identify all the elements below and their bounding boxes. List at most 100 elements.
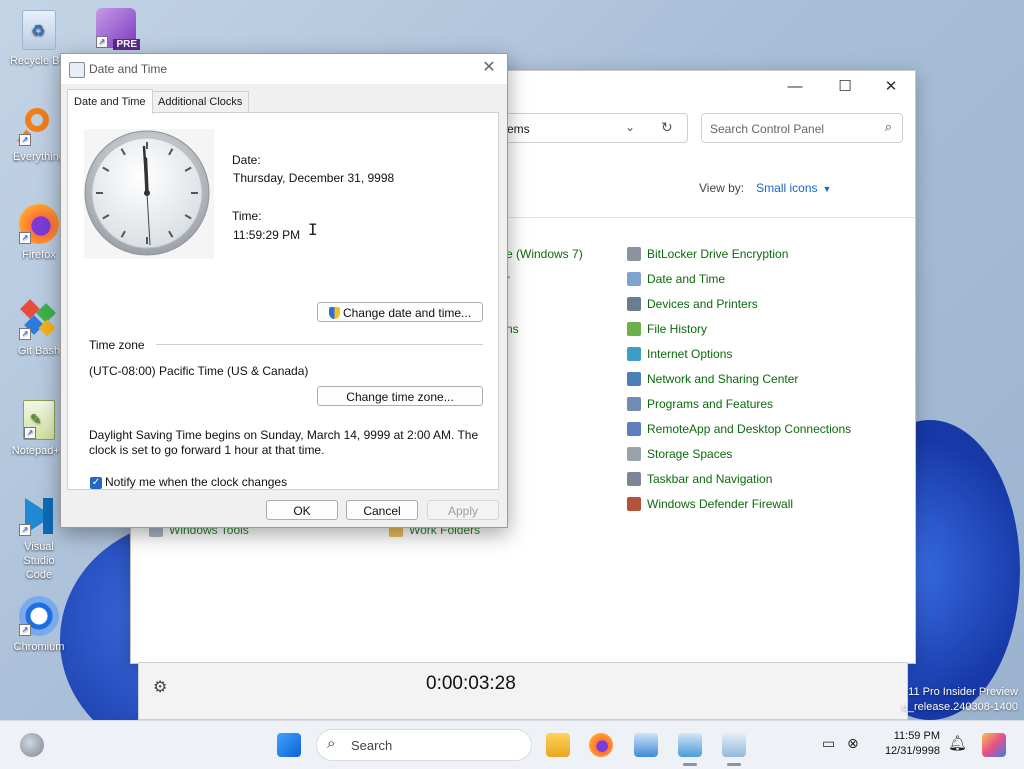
preview-badge: PRE [113,39,140,50]
search-placeholder: Search Control Panel [710,122,825,136]
shortcut-arrow-icon: ↗ [19,232,31,244]
remoteapp-and-desktop-connections-icon [627,422,641,436]
control-panel-item-bitlocker-drive-encryption[interactable]: BitLocker Drive Encryption [627,244,788,264]
widgets-icon[interactable] [20,733,44,757]
vscode-icon: ↗ [19,496,59,536]
devices-and-printers-icon [627,297,641,311]
control-panel-item-remoteapp-and-desktop-connections[interactable]: RemoteApp and Desktop Connections [627,419,851,439]
control-panel-item-file-history[interactable]: File History [627,319,707,339]
date-time-app-icon [69,62,85,78]
control-panel-item-programs-and-features[interactable]: Programs and Features [627,394,773,414]
shortcut-arrow-icon: ↗ [24,427,36,439]
file-explorer-icon[interactable] [546,733,570,757]
internet-options-icon [627,347,641,361]
copilot-preview-icon[interactable] [982,733,1006,757]
dst-info-line1: Daylight Saving Time begins on Sunday, M… [89,428,479,442]
item-label: Storage Spaces [647,447,733,461]
notify-checkbox[interactable]: ✓ [90,477,102,489]
item-label: Windows Defender Firewall [647,497,794,511]
control-panel-search-input[interactable]: Search Control Panel ⌕ [701,113,903,143]
shortcut-arrow-icon: ↗ [19,134,31,146]
dst-info-line2: clock is set to go forward 1 hour at tha… [89,443,325,457]
desktop-icon-label: Chromium [13,641,65,653]
bitlocker-drive-encryption-icon [627,247,641,261]
item-label: RemoteApp and Desktop Connections [647,422,852,436]
date-and-time-panel: Date: Thursday, December 31, 9998 Time: … [67,112,499,490]
item-label: Internet Options [647,347,733,361]
refresh-icon[interactable]: ↻ [661,119,673,136]
taskbar-search-placeholder: Search [351,738,393,753]
time-label: Time: [232,209,262,223]
ok-button[interactable]: OK [266,500,338,520]
control-panel-item-taskbar-and-navigation[interactable]: Taskbar and Navigation [627,469,772,489]
taskbar-clock[interactable]: 11:59 PM 12/31/9998 [874,729,940,759]
control-panel-item-internet-options[interactable]: Internet Options [627,344,732,364]
desktop: ♻ Recycle Bin PRE ↗ ↗ Everything ↗ Firef… [0,0,1024,720]
view-by-label: View by: [699,181,745,195]
watermark-line1: 11 Pro Insider Preview [908,686,1018,698]
analog-clock [84,129,214,259]
file-history-icon [627,322,641,336]
desktop-icon-label: Visual Studio Code [23,541,55,581]
dropdown-arrow-icon[interactable]: ▼ [823,184,832,194]
dialog-titlebar[interactable]: Date and Time ✕ [61,54,507,84]
address-bar[interactable]: ems ⌄ ↻ [496,113,688,143]
clock-date: 12/31/9998 [884,745,940,757]
item-label: Taskbar and Navigation [647,472,773,486]
button-label: Change date and time... [342,306,472,320]
control-panel-taskbar-icon[interactable] [678,733,702,757]
control-panel-item-network-and-sharing-center[interactable]: Network and Sharing Center [627,369,798,389]
address-text: ems [507,122,530,136]
dialog-close-button[interactable]: ✕ [479,58,499,78]
minimize-button[interactable]: — [783,77,807,97]
maximize-button[interactable]: ☐ [833,77,857,97]
active-indicator [683,763,697,766]
view-by-dropdown[interactable]: Small icons [756,181,817,195]
change-date-and-time-button[interactable]: Change date and time... [317,302,483,322]
network-icon[interactable]: ▭ [822,735,835,752]
item-label: BitLocker Drive Encryption [647,247,789,261]
desktop-icon-chromium[interactable]: ↗ Chromium [9,596,69,654]
desktop-icon-visual-studio-preview[interactable]: PRE ↗ [86,8,146,52]
storage-spaces-icon [627,447,641,461]
tab-additional-clocks[interactable]: Additional Clocks [151,91,250,113]
recycle-bin-icon: ♻ [22,10,56,50]
control-panel-item-date-and-time[interactable]: Date and Time [627,269,725,289]
stopwatch-time: 0:00:03:28 [426,673,516,694]
chevron-down-icon[interactable]: ⌄ [625,120,635,134]
control-panel-item-storage-spaces[interactable]: Storage Spaces [627,444,732,464]
firefox-taskbar-icon[interactable] [589,733,613,757]
task-manager-icon[interactable] [634,733,658,757]
stopwatch-window: ⚙ 0:00:03:28 [138,662,908,720]
shortcut-arrow-icon: ↗ [96,36,108,48]
item-label: Date and Time [647,272,726,286]
search-icon: ⌕ [884,119,892,134]
item-label: Network and Sharing Center [647,372,799,386]
date-label: Date: [232,153,261,167]
change-time-zone-button[interactable]: Change time zone... [317,386,483,406]
control-panel-item-devices-and-printers[interactable]: Devices and Printers [627,294,758,314]
date-and-time-dialog: Date and Time ✕ Date and Time Additional… [60,53,508,528]
taskbar-search-box[interactable]: ⌕ Search [316,729,532,761]
control-panel-item-windows-defender-firewall[interactable]: Windows Defender Firewall [627,494,793,514]
shortcut-arrow-icon: ↗ [19,524,31,536]
gear-icon[interactable]: ⚙ [153,677,167,697]
notification-bell-icon[interactable]: 🔔︎ [948,734,967,752]
cancel-button[interactable]: Cancel [346,500,418,520]
timezone-divider [156,344,483,345]
start-button[interactable] [277,733,301,757]
clock-face-icon [84,130,210,256]
taskbar: ⌕ Search ▭ ⊗ 11:59 PM 12/31/9998 🔔︎ [0,720,1024,769]
clock-time: 11:59 PM [893,730,940,742]
volume-muted-icon[interactable]: ⊗ [847,735,859,752]
apply-button[interactable]: Apply [427,500,499,520]
date-time-taskbar-icon[interactable] [722,733,746,757]
close-button[interactable]: ✕ [879,77,903,97]
view-by: View by: Small icons ▼ [699,181,831,195]
windows-defender-firewall-icon [627,497,641,511]
programs-and-features-icon [627,397,641,411]
time-value: 11:59:29 PM [233,228,301,242]
tab-date-and-time[interactable]: Date and Time [67,89,153,114]
item-label: File History [647,322,708,336]
partial-item[interactable]: e (Windows 7) [506,244,583,264]
